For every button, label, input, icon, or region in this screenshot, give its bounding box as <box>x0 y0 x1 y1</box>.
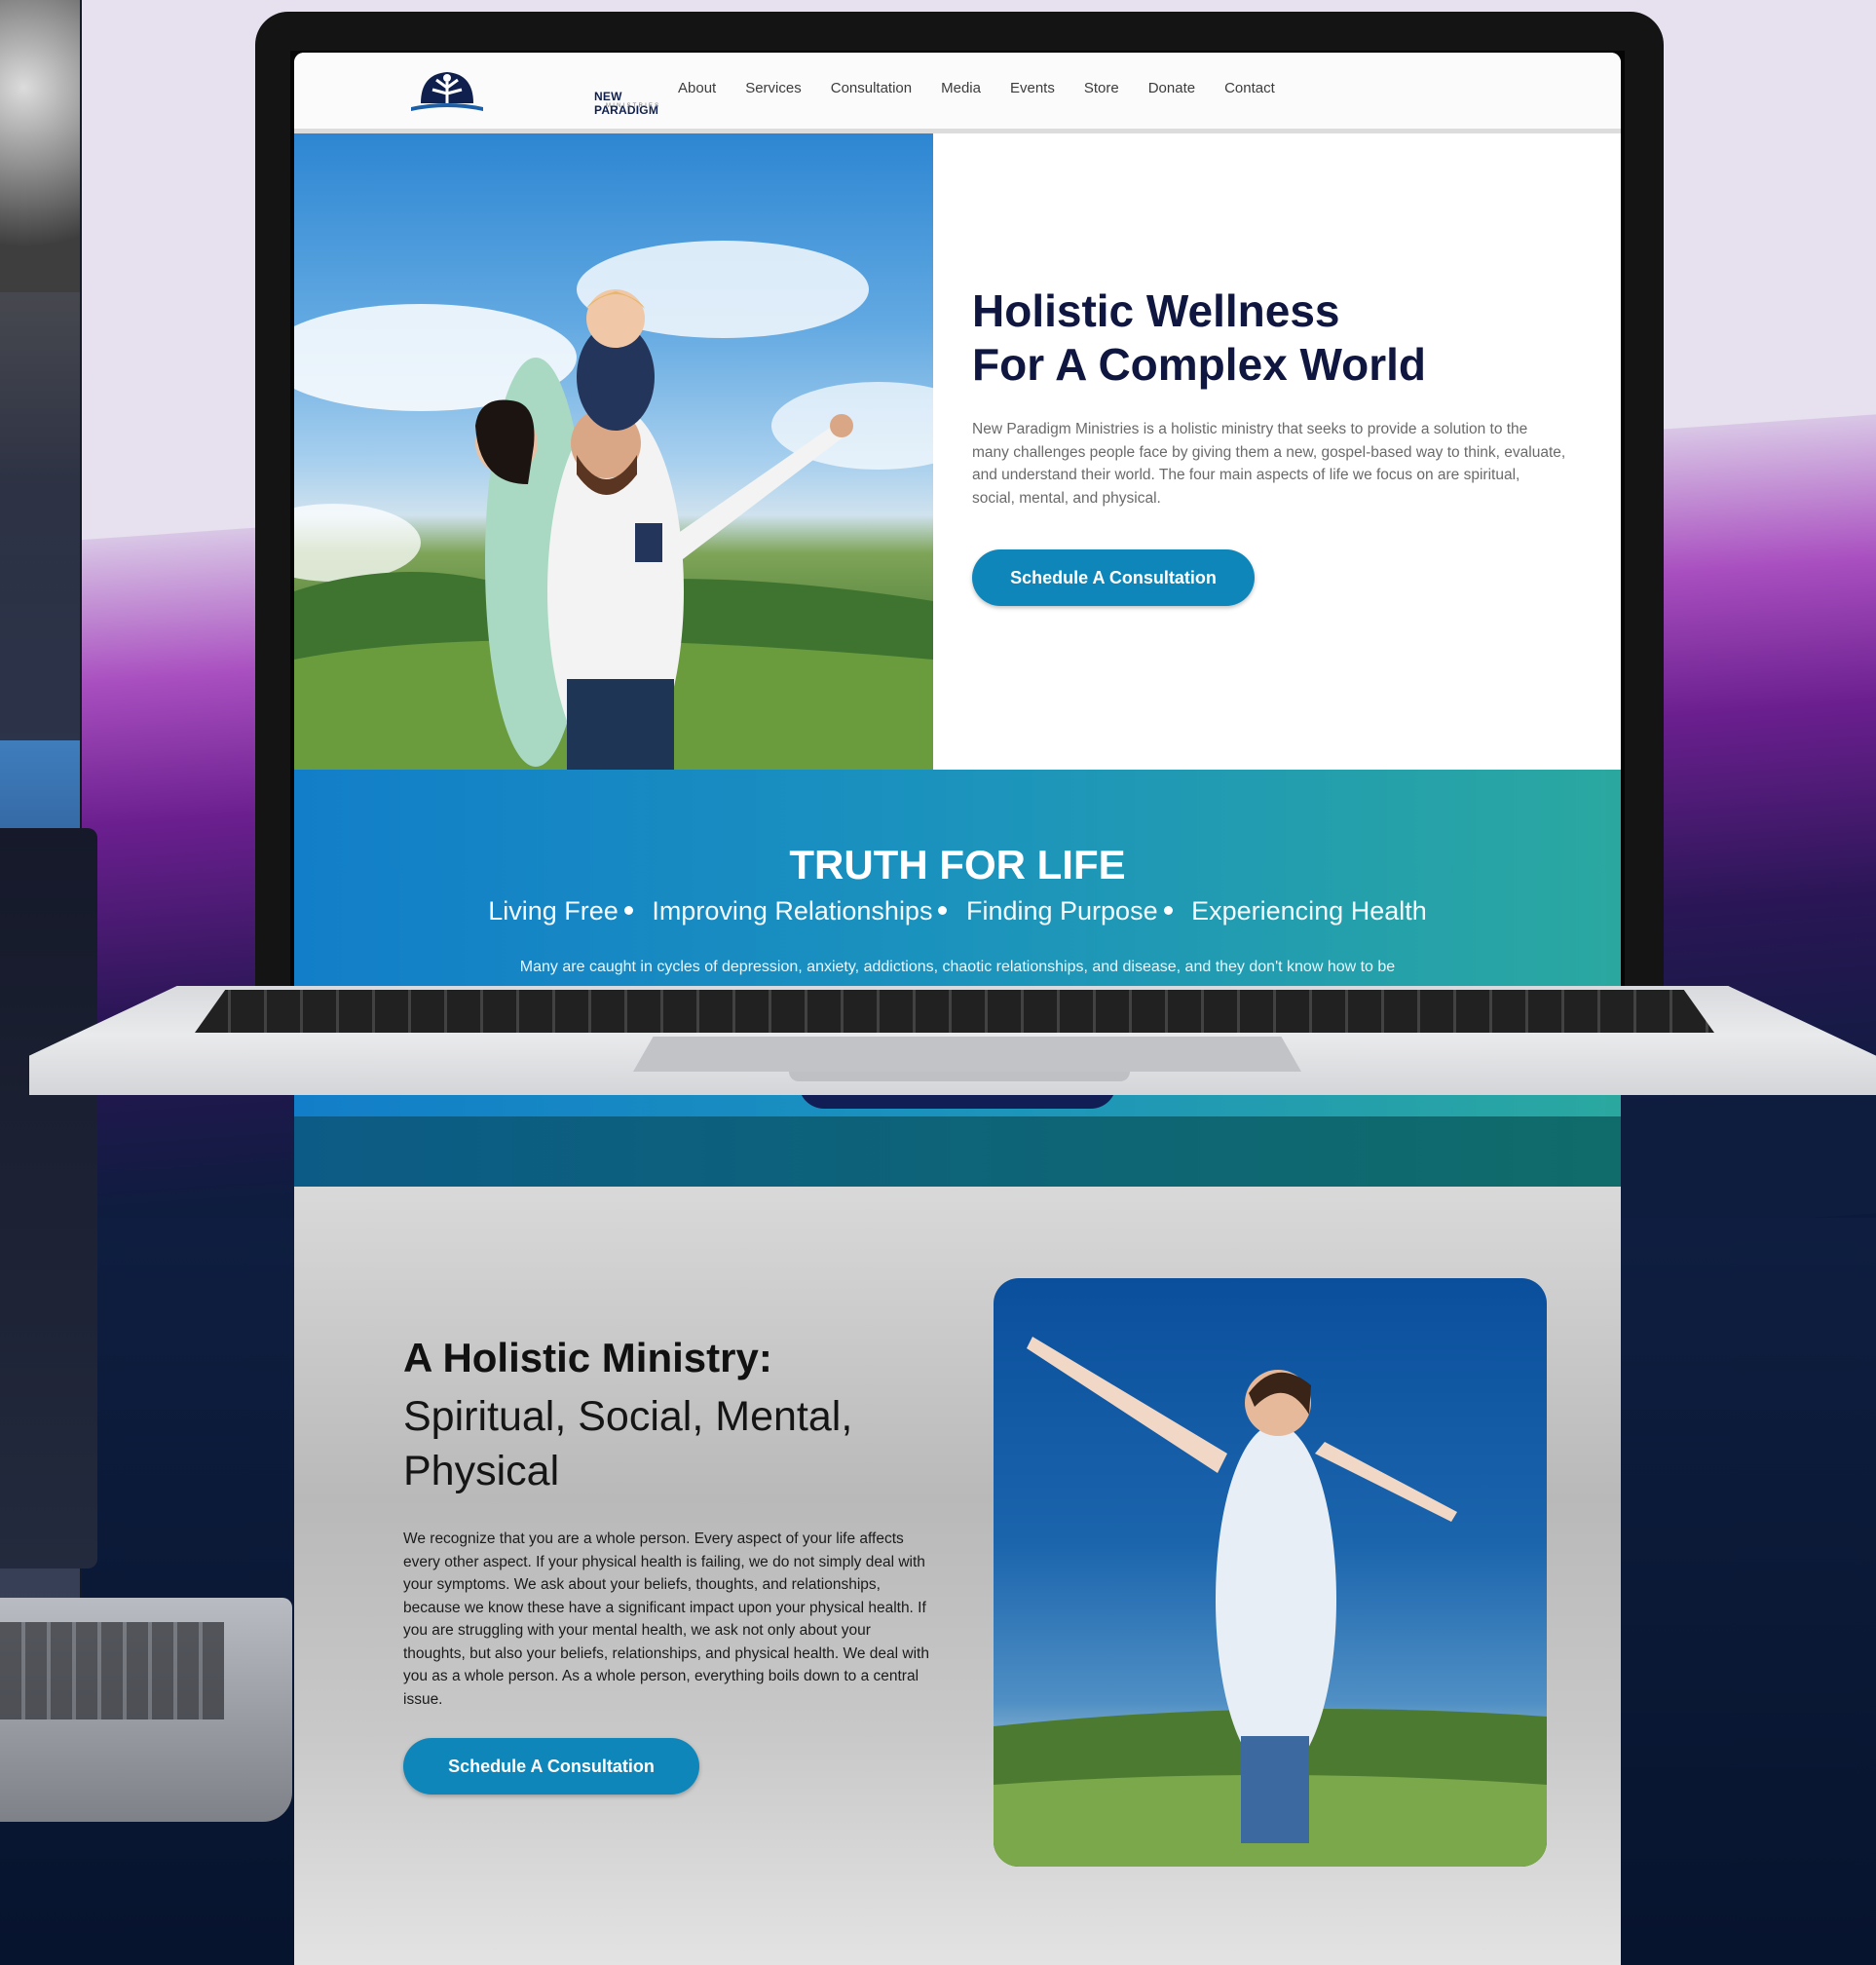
hero-title: Holistic Wellness <box>972 285 1340 336</box>
bullet-dot-icon <box>938 906 948 916</box>
background-keyboard <box>0 1622 224 1719</box>
background-laptop-left <box>0 828 97 1568</box>
trackpad <box>633 1037 1301 1072</box>
pillar-item: Experiencing Health <box>1191 896 1427 926</box>
pillar-item: Living Free <box>488 896 619 926</box>
truth-section-footer <box>294 1116 1621 1189</box>
nav-media[interactable]: Media <box>941 80 981 96</box>
pillar-item: Finding Purpose <box>965 896 1158 926</box>
truth-heading: TRUTH FOR LIFE <box>294 842 1621 888</box>
nav-links: About Services Consultation Media Events… <box>678 80 1304 96</box>
keyboard-keys <box>195 990 1714 1033</box>
holistic-ministry-section: A Holistic Ministry: Spiritual, Social, … <box>294 1187 1621 1965</box>
pillars-list: Living Free Improving Relationships Find… <box>294 896 1621 926</box>
ministry-body: We recognize that you are a whole person… <box>403 1530 929 1708</box>
nav-store[interactable]: Store <box>1084 80 1119 96</box>
truth-body: Many are caught in cycles of depression,… <box>519 959 1396 975</box>
site-logo[interactable]: NEW PARADIGM MINISTRIES <box>403 64 658 117</box>
ministry-title: A Holistic Ministry: <box>403 1335 772 1380</box>
nav-about[interactable]: About <box>678 80 716 96</box>
globe-photo <box>0 0 80 292</box>
schedule-consultation-button[interactable]: Schedule A Consultation <box>403 1738 699 1795</box>
hero-subtitle: For A Complex World <box>972 339 1426 390</box>
laptop-keyboard-deck <box>29 986 1876 1099</box>
laptop-lip <box>789 1072 1130 1081</box>
top-nav: NEW PARADIGM MINISTRIES About Services C… <box>294 53 1621 133</box>
nav-services[interactable]: Services <box>745 80 802 96</box>
ministry-subtitle: Spiritual, Social, Mental, Physical <box>403 1393 853 1494</box>
nav-events[interactable]: Events <box>1010 80 1055 96</box>
hero-family-photo <box>294 133 933 770</box>
hero-section: Holistic Wellness For A Complex World Ne… <box>294 133 1621 770</box>
nav-donate[interactable]: Donate <box>1148 80 1195 96</box>
bullet-dot-icon <box>1163 906 1173 916</box>
truth-for-life-section: TRUTH FOR LIFE Living Free Improving Rel… <box>294 770 1621 1189</box>
logo-tree-book-icon <box>411 72 483 111</box>
bullet-dot-icon <box>623 906 633 916</box>
nav-contact[interactable]: Contact <box>1224 80 1275 96</box>
hero-body: New Paradigm Ministries is a holistic mi… <box>972 421 1566 507</box>
logo-subtext: MINISTRIES <box>606 103 661 109</box>
pillar-item: Improving Relationships <box>652 896 933 926</box>
truth-heading-bold: TRUTH <box>789 842 928 888</box>
schedule-consultation-button[interactable]: Schedule A Consultation <box>972 549 1255 606</box>
nav-consultation[interactable]: Consultation <box>831 80 912 96</box>
truth-heading-rest: FOR LIFE <box>927 842 1126 888</box>
woman-outstretched-arms-photo <box>994 1278 1547 1867</box>
